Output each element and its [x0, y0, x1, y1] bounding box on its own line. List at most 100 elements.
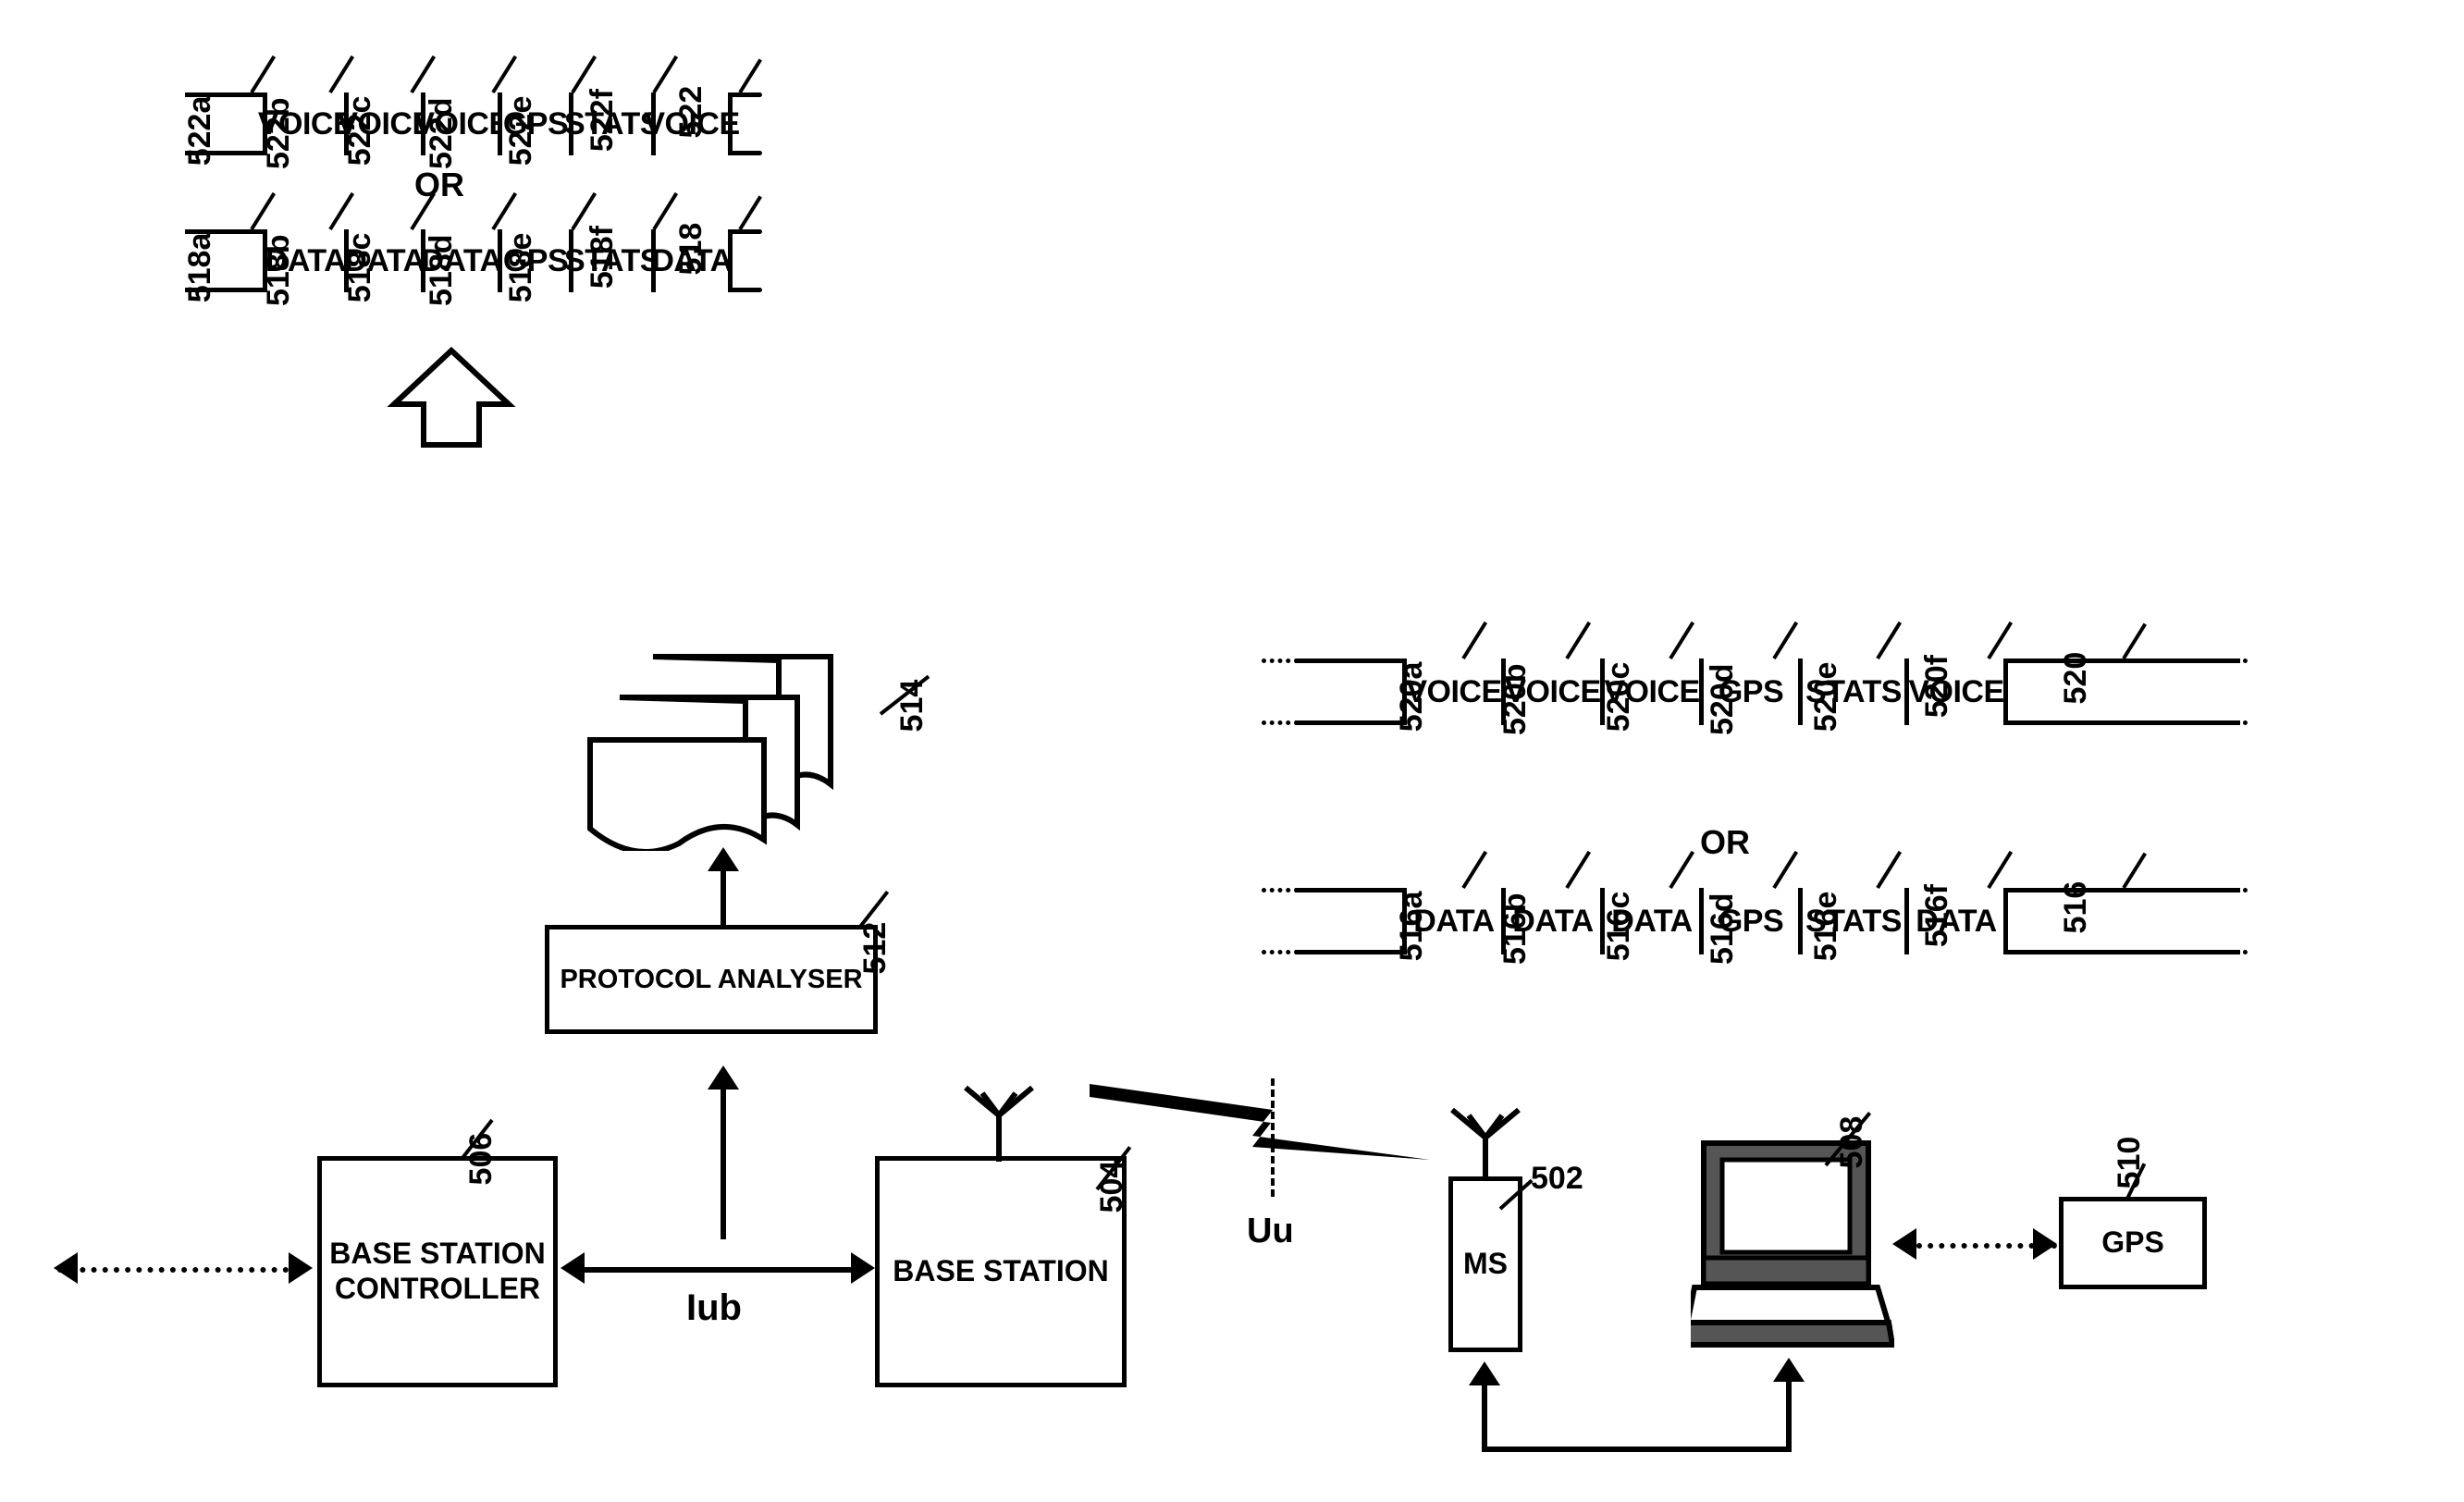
leader-522a — [250, 55, 277, 94]
ms-laptop-cable — [1482, 1447, 1792, 1452]
ref-516a: 516a — [1394, 891, 1429, 962]
frame-516: DATA DATA DATA GPS STATS DATA — [1295, 888, 2240, 954]
laptop-gps-arrow-right — [2033, 1228, 2057, 1260]
leader-522c — [410, 55, 437, 94]
mobile-station-box[interactable]: MS — [1448, 1176, 1522, 1352]
leader-520f — [1987, 621, 2014, 660]
base-station-controller-label-line1: BASE STATION — [329, 1237, 546, 1271]
frame-518-trail-dots — [729, 229, 762, 234]
laptop-cable-vertical — [1786, 1380, 1792, 1450]
leader-520b — [1565, 621, 1592, 660]
gps-label: GPS — [2101, 1225, 2164, 1260]
external-link-arrow-right — [289, 1252, 313, 1284]
leader-516d — [1772, 850, 1799, 890]
upload-arrow-icon — [387, 346, 516, 453]
iub-bus-line — [585, 1267, 853, 1273]
frame-518-trail-dots-bottom — [729, 288, 762, 292]
ref-516e: 516e — [1808, 891, 1843, 962]
ref-518a: 518a — [182, 232, 217, 303]
frame-516-trail-dots-bottom — [2211, 950, 2248, 954]
base-station-label: BASE STATION — [893, 1254, 1109, 1288]
ref-520: 520 — [2058, 651, 2093, 705]
protocol-analyser-box[interactable]: PROTOCOL ANALYSER — [545, 925, 878, 1034]
captured-frames-stack-icon — [583, 647, 851, 856]
ref-520c: 520c — [1601, 661, 1636, 733]
uu-boundary-line — [1271, 1078, 1275, 1197]
leader-520d — [1772, 621, 1799, 660]
leader-516e — [1876, 850, 1903, 890]
base-station-antenna-icon — [943, 1084, 1054, 1168]
frame-520-lead-dots-bottom — [1262, 720, 1299, 725]
leader-516b — [1565, 850, 1592, 890]
frame-522-cells: VOICE VOICE VOICE GPS STATS VOICE — [258, 92, 740, 155]
laptop-icon[interactable] — [1680, 1139, 1896, 1355]
leader-516 — [2122, 852, 2148, 890]
mobile-station-antenna-icon — [1432, 1106, 1539, 1187]
base-station-controller-box[interactable]: BASE STATION CONTROLLER — [317, 1156, 558, 1387]
leader-522e — [571, 55, 598, 94]
ref-516d: 516d — [1705, 893, 1740, 966]
ms-cable-vertical — [1482, 1384, 1487, 1450]
gps-box[interactable]: GPS — [2059, 1197, 2207, 1289]
leader-516f — [1987, 850, 2014, 890]
uu-interface-label: Uu — [1247, 1212, 1294, 1250]
leader-522b — [328, 55, 355, 94]
ref-520e: 520e — [1808, 661, 1843, 733]
laptop-gps-arrow-left — [1892, 1228, 1916, 1260]
iub-arrow-left — [561, 1252, 585, 1284]
ref-522d: 522d — [424, 97, 459, 170]
ref-518f: 518f — [585, 226, 620, 289]
leader-518d — [491, 191, 518, 231]
iub-to-analyser-arrow — [708, 1065, 739, 1090]
frame-520-trail-dots — [2211, 659, 2248, 663]
ref-522e: 522e — [503, 95, 538, 166]
leader-522 — [738, 58, 762, 94]
frame-522-trail-dots-bottom — [729, 151, 762, 155]
ref-518c: 518c — [342, 232, 377, 303]
iub-arrow-right — [851, 1252, 875, 1284]
ref-520b: 520b — [1497, 663, 1533, 736]
ref-520f: 520f — [1919, 655, 1954, 719]
iub-to-analyser-line — [721, 1087, 726, 1239]
leader-522d — [491, 55, 518, 94]
or-label-left: OR — [414, 166, 464, 203]
ref-522f: 522f — [585, 89, 620, 153]
laptop-cable-arrow — [1773, 1358, 1805, 1382]
patent-figure-canvas: VOICE VOICE VOICE GPS STATS VOICE 522a 5… — [0, 0, 2464, 1502]
leader-518b — [328, 191, 355, 231]
leader-518 — [738, 195, 762, 231]
uu-radio-link-icon — [1090, 1075, 1432, 1181]
leader-520c — [1669, 621, 1695, 660]
mobile-station-label: MS — [1463, 1247, 1508, 1281]
base-station-box[interactable]: BASE STATION — [875, 1156, 1127, 1387]
ref-506: 506 — [463, 1132, 499, 1186]
ref-518d: 518d — [424, 234, 459, 307]
analyser-to-stack-line — [721, 868, 726, 929]
frame-516-lead-dots-bottom — [1262, 950, 1299, 954]
external-link-line — [57, 1267, 289, 1273]
analyser-to-stack-arrow — [708, 847, 739, 871]
ref-518: 518 — [673, 222, 708, 276]
leader-518a — [250, 191, 277, 231]
ref-512: 512 — [857, 921, 893, 975]
leader-520e — [1876, 621, 1903, 660]
frame-516-lead-dots — [1262, 888, 1299, 893]
leader-516c — [1669, 850, 1695, 890]
frame-518-cells: DATA DATA DATA GPS STATS DATA — [263, 229, 733, 292]
ref-522: 522 — [673, 85, 708, 139]
ref-520a: 520a — [1394, 661, 1429, 733]
ref-516c: 516c — [1601, 891, 1636, 962]
frame-522-trail-dots — [729, 92, 762, 97]
leader-520 — [2122, 622, 2148, 660]
ref-502: 502 — [1531, 1161, 1583, 1196]
ref-516b: 516b — [1497, 893, 1533, 966]
frame-520-trail-dots-bottom — [2211, 720, 2248, 725]
ref-520d: 520d — [1705, 663, 1740, 736]
leader-516a — [1461, 850, 1488, 890]
ref-516: 516 — [2058, 880, 2093, 934]
leader-520a — [1461, 621, 1488, 660]
frame-520-cells: VOICE VOICE VOICE GPS STATS VOICE — [1402, 659, 2008, 725]
frame-520: VOICE VOICE VOICE GPS STATS VOICE — [1295, 659, 2240, 725]
protocol-analyser-label: PROTOCOL ANALYSER — [560, 964, 863, 994]
iub-interface-label: Iub — [686, 1287, 742, 1328]
